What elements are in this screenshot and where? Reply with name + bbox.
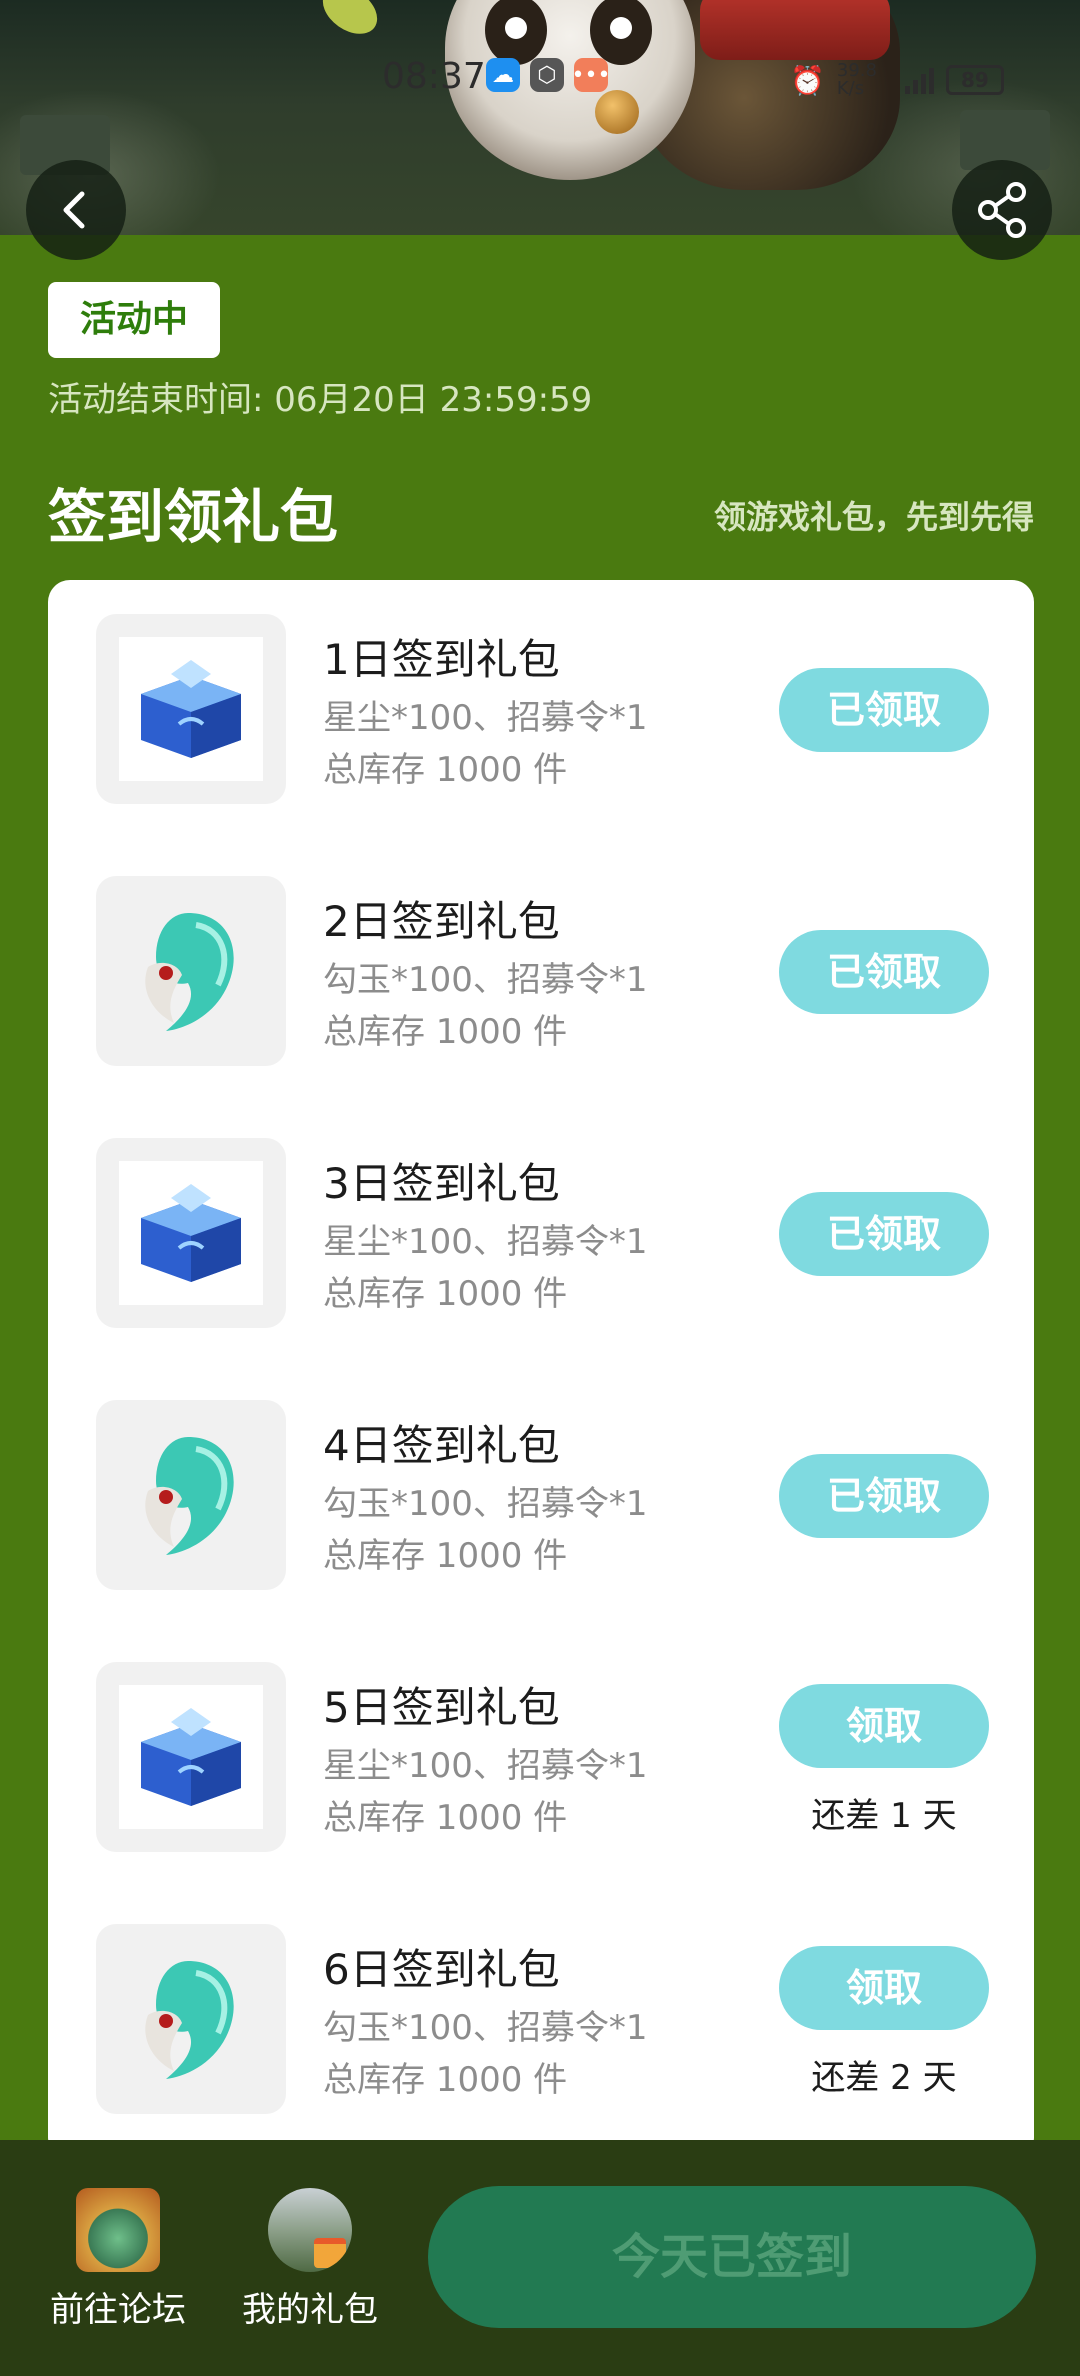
section-subtitle: 领游戏礼包，先到先得 <box>713 498 1034 536</box>
gift-name: 1日签到礼包 <box>323 635 560 684</box>
gift-contents: 星尘*100、招募令*1 <box>323 698 648 738</box>
gift-name: 3日签到礼包 <box>323 1159 560 1208</box>
gift-thumbnail <box>96 1138 286 1328</box>
gift-stock: 总库存 1000 件 <box>323 1274 568 1314</box>
status-bar: 08:37 ☁ ⬡ ••• ⏰ 39.8 K/s 89 <box>0 48 1080 108</box>
gift-stock: 总库存 1000 件 <box>323 750 568 790</box>
gift-contents: 星尘*100、招募令*1 <box>323 1746 648 1786</box>
gift-row: 6日签到礼包 勾玉*100、招募令*1 总库存 1000 件 领取 还差 2 天 <box>48 1924 1034 2134</box>
status-time: 08:37 <box>382 56 486 97</box>
gift-row: 5日签到礼包 星尘*100、招募令*1 总库存 1000 件 领取 还差 1 天 <box>48 1662 1034 1872</box>
status-badge: 活动中 <box>48 282 220 358</box>
forum-avatar-icon <box>76 2188 160 2272</box>
share-icon <box>978 182 1026 238</box>
crystal-chest-icon <box>141 1708 241 1806</box>
gift-contents: 勾玉*100、招募令*1 <box>323 960 648 1000</box>
gift-contents: 星尘*100、招募令*1 <box>323 1222 648 1262</box>
bottom-action-bar: 前往论坛 我的礼包 今天已签到 <box>0 2140 1080 2376</box>
gift-row: 2日签到礼包 勾玉*100、招募令*1 总库存 1000 件 已领取 <box>48 876 1034 1086</box>
forum-link[interactable]: 前往论坛 <box>38 2188 198 2331</box>
gift-list: 1日签到礼包 星尘*100、招募令*1 总库存 1000 件 已领取 2日签到礼… <box>48 580 1034 2160</box>
gift-name: 6日签到礼包 <box>323 1945 560 1994</box>
my-gifts-link[interactable]: 我的礼包 <box>230 2188 390 2331</box>
weather-app-icon: ☁ <box>486 58 520 92</box>
section-title: 签到领礼包 <box>48 483 339 551</box>
gift-thumbnail <box>96 1662 286 1852</box>
claimed-button[interactable]: 已领取 <box>779 930 989 1014</box>
gift-stock: 总库存 1000 件 <box>323 1012 568 1052</box>
net-speed: 39.8 K/s <box>836 60 877 99</box>
gift-name: 2日签到礼包 <box>323 897 560 946</box>
event-end-time: 活动结束时间: 06月20日 23:59:59 <box>48 380 593 420</box>
gift-name: 4日签到礼包 <box>323 1421 560 1470</box>
gift-thumbnail <box>96 876 286 1066</box>
gift-thumbnail <box>96 1924 286 2114</box>
days-remaining: 还差 2 天 <box>811 2058 957 2098</box>
gift-box-icon <box>268 2188 352 2272</box>
gift-name: 5日签到礼包 <box>323 1683 560 1732</box>
app-notification-icon: ⬡ <box>530 58 564 92</box>
gift-row: 1日签到礼包 星尘*100、招募令*1 总库存 1000 件 已领取 <box>48 614 1034 824</box>
banner-image <box>0 0 1080 235</box>
alarm-icon: ⏰ <box>790 63 825 97</box>
message-icon: ••• <box>572 58 610 92</box>
crystal-chest-icon <box>141 1184 241 1282</box>
gift-label: 我的礼包 <box>242 2290 378 2330</box>
gift-row: 4日签到礼包 勾玉*100、招募令*1 总库存 1000 件 已领取 <box>48 1400 1034 1610</box>
chevron-left-icon <box>63 191 85 229</box>
forum-label: 前往论坛 <box>50 2290 186 2330</box>
days-remaining: 还差 1 天 <box>811 1796 957 1836</box>
crystal-chest-icon <box>141 660 241 758</box>
claim-button[interactable]: 领取 <box>779 1946 989 2030</box>
share-button[interactable] <box>952 160 1052 260</box>
claimed-button[interactable]: 已领取 <box>779 1192 989 1276</box>
checked-in-button[interactable]: 今天已签到 <box>428 2186 1036 2328</box>
gift-thumbnail <box>96 614 286 804</box>
claimed-button[interactable]: 已领取 <box>779 668 989 752</box>
magatama-jade-icon <box>145 1961 234 2079</box>
signal-icon <box>904 66 934 94</box>
gift-stock: 总库存 1000 件 <box>323 1798 568 1838</box>
back-button[interactable] <box>26 160 126 260</box>
gift-stock: 总库存 1000 件 <box>323 1536 568 1576</box>
gift-thumbnail <box>96 1400 286 1590</box>
claim-button[interactable]: 领取 <box>779 1684 989 1768</box>
gift-stock: 总库存 1000 件 <box>323 2060 568 2100</box>
claimed-button[interactable]: 已领取 <box>779 1454 989 1538</box>
gift-contents: 勾玉*100、招募令*1 <box>323 1484 648 1524</box>
magatama-jade-icon <box>145 913 234 1031</box>
battery-icon: 89 <box>945 65 1004 95</box>
gift-row: 3日签到礼包 星尘*100、招募令*1 总库存 1000 件 已领取 <box>48 1138 1034 1348</box>
gift-contents: 勾玉*100、招募令*1 <box>323 2008 648 2048</box>
magatama-jade-icon <box>145 1437 234 1555</box>
